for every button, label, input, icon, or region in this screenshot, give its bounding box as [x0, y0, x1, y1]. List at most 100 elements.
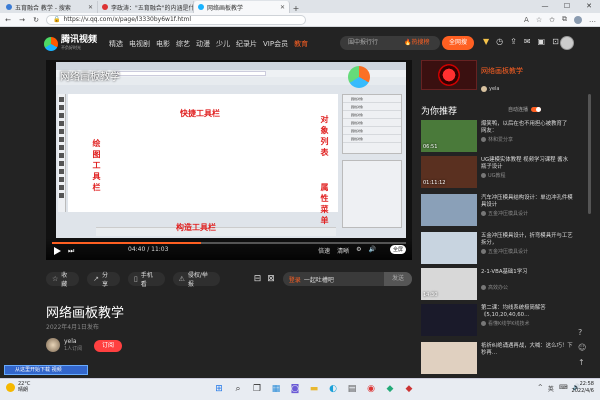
upload-icon[interactable]: ⇪ — [510, 37, 517, 46]
browser-tab-article[interactable]: 李政涛："五育融合"的内涵是什么 ✕ — [98, 1, 194, 13]
play-icon[interactable] — [54, 247, 61, 255]
danmu-settings-icon[interactable]: ⊠ — [267, 274, 275, 284]
share-button[interactable]: ↗ 分享 — [87, 272, 120, 288]
recommend-scrollbar[interactable] — [588, 94, 591, 214]
nav-item-anime[interactable]: 动漫 — [196, 39, 210, 49]
nav-item-kids[interactable]: 少儿 — [216, 39, 230, 49]
channel-name[interactable]: 网络画板教学 — [481, 66, 523, 76]
browser-tab-search[interactable]: 五育融合 教学 - 搜索 ✕ — [2, 1, 98, 13]
nav-item-movie[interactable]: 电影 — [156, 39, 170, 49]
mobile-button[interactable]: ▯ 手机看 — [127, 272, 165, 288]
video-player[interactable]: 圆线对象 圆线对象 圆线对象 圆线对象 圆线对象 圆线对象 快捷工具栏 绘图工具… — [46, 60, 412, 260]
start-icon[interactable]: ⊞ — [212, 382, 226, 396]
address-bar-row: ← → ↻ 🔒 https://v.qq.com/x/page/l3330by6… — [0, 13, 600, 27]
recommend-item[interactable]: 14:30 2-1-VBA基础1学习 高效办公 — [421, 268, 571, 304]
volume-icon[interactable]: 🔊 — [369, 246, 376, 255]
danmu-send-button[interactable]: 发送 — [383, 272, 412, 286]
progress-bar[interactable] — [52, 242, 406, 244]
recommend-item[interactable]: 06:51 爆笑鸭，以后在也不用担心被教育了 网友： 林和爱分享 — [421, 120, 571, 156]
forward-icon[interactable]: → — [18, 16, 26, 24]
channel-thumbnail[interactable] — [421, 60, 477, 90]
logo-subtitle: 不负好时光 — [61, 45, 81, 50]
settings-icon[interactable]: ⚙ — [356, 246, 361, 255]
maximize-button[interactable]: ☐ — [556, 0, 578, 13]
nav-item-documentary[interactable]: 纪录片 — [236, 39, 257, 49]
hot-search-link[interactable]: 🔥热搜榜 — [404, 36, 429, 50]
subscribe-button[interactable]: 订阅 — [94, 340, 122, 352]
message-icon[interactable]: ✉ — [524, 37, 531, 46]
uploader-name[interactable]: yela — [64, 338, 82, 345]
nav-item-vip[interactable]: VIP会员 — [263, 39, 288, 49]
tray-expand-icon[interactable]: ^ — [538, 384, 543, 393]
search-icon[interactable]: ⌕ — [231, 382, 245, 396]
back-icon[interactable]: ← — [4, 16, 12, 24]
collect-button[interactable]: ☆ 收藏 — [46, 272, 80, 288]
app-icon[interactable]: ◆ — [402, 382, 416, 396]
danmu-toggle-icon[interactable]: ⊟ — [254, 274, 262, 284]
nav-item-variety[interactable]: 综艺 — [176, 39, 190, 49]
site-logo[interactable]: 腾讯视频 不负好时光 — [44, 36, 97, 51]
danmu-input[interactable]: 登录 一起吐槽吧 发送 — [282, 272, 412, 286]
page-body: 圆线对象 圆线对象 圆线对象 圆线对象 圆线对象 圆线对象 快捷工具栏 绘图工具… — [0, 60, 600, 378]
video-left-tools — [58, 94, 66, 212]
recommend-item[interactable]: 祇祈纠绝诵遇再战，大喊：这么巧！下秒再… — [421, 342, 573, 378]
chat-icon[interactable]: ◙ — [288, 382, 302, 396]
quality-button[interactable]: 清晰 — [337, 246, 349, 255]
favorites-icon[interactable]: ✩ — [549, 16, 555, 24]
collections-icon[interactable]: ⧉ — [562, 15, 567, 24]
close-icon[interactable]: ✕ — [88, 4, 93, 11]
new-tab-button[interactable]: + — [290, 4, 302, 13]
help-icon[interactable]: ? — [578, 328, 586, 337]
recommend-item[interactable]: 第二课：均线系统极简解答《5,10,20,40,60… 看懂K线学K线技术 — [421, 304, 571, 340]
channel-user[interactable]: yela — [481, 86, 500, 92]
user-avatar[interactable] — [560, 36, 574, 50]
favorite-icon[interactable]: ☆ — [536, 16, 542, 24]
browser-tab-video[interactable]: 网络画板教学 ✕ — [194, 1, 290, 13]
recommend-title: 爆笑鸭，以后在也不用担心被教育了 网友： — [481, 121, 568, 134]
recommend-duration: 01:11:12 — [423, 180, 446, 186]
clock[interactable]: 22:58 2022/4/6 — [572, 381, 594, 395]
edge-icon[interactable]: ◐ — [326, 382, 340, 396]
chrome-icon[interactable]: ◉ — [364, 382, 378, 396]
autoplay-toggle[interactable]: 自动连播 — [508, 106, 542, 113]
close-window-button[interactable]: ✕ — [578, 0, 600, 13]
history-icon[interactable]: ◷ — [496, 37, 503, 46]
recommend-item[interactable]: 汽车冲压模具结构设计：单边冲孔件模具设计 五金冲压模具设计 — [421, 194, 573, 230]
file-explorer-icon[interactable]: ▬ — [307, 382, 321, 396]
more-icon[interactable]: … — [589, 16, 596, 24]
next-icon[interactable]: ⏭ — [68, 247, 74, 256]
widgets-icon[interactable]: ▦ — [269, 382, 283, 396]
vip-icon[interactable]: ▼ — [483, 37, 489, 46]
minimize-button[interactable]: — — [534, 0, 556, 13]
weather-widget[interactable]: 22°C 晴朗 — [6, 381, 30, 393]
refresh-icon[interactable]: ↻ — [32, 16, 40, 24]
nav-item-education[interactable]: 教育 — [294, 39, 308, 49]
read-aloud-icon[interactable]: A — [524, 16, 529, 24]
feedback-icon[interactable]: ☺ — [578, 343, 586, 352]
keyboard-icon[interactable]: ⌨ — [559, 384, 568, 393]
input-method-icon[interactable]: 英 — [548, 384, 554, 393]
video-actions: ☆ 收藏 ↗ 分享 ▯ 手机看 ⚠ 侵权/举报 ⊟ ⊠ 登录 一起吐槽吧 发送 — [46, 270, 412, 288]
uploader-avatar[interactable] — [46, 338, 60, 352]
speed-button[interactable]: 倍速 — [318, 246, 330, 255]
recommend-item[interactable]: 五金冲压模具设计，折弯模具开与工艺拆分， 五金冲压模具设计 — [421, 232, 573, 268]
profile-icon[interactable] — [574, 15, 582, 24]
toggle-switch[interactable] — [531, 107, 542, 112]
report-button[interactable]: ⚠ 侵权/举报 — [172, 272, 220, 288]
client-icon[interactable]: ⊡ — [552, 37, 559, 46]
back-to-top-icon[interactable]: ↑ — [578, 358, 586, 367]
close-icon[interactable]: ✕ — [280, 4, 285, 11]
nav-item-featured[interactable]: 精选 — [109, 39, 123, 49]
task-view-icon[interactable]: ❐ — [250, 382, 264, 396]
nav-item-tv[interactable]: 电视剧 — [129, 39, 150, 49]
label-drawing-toolbar: 绘图工具栏 — [92, 139, 101, 192]
danmu-login-link[interactable]: 登录 — [289, 275, 301, 284]
search-button[interactable]: 全网搜 — [442, 36, 474, 50]
url-field[interactable]: 🔒 https://v.qq.com/x/page/l3330by6w1f.ht… — [46, 14, 306, 25]
app-icon[interactable]: ▣ — [538, 37, 546, 46]
fullscreen-button[interactable]: 全屏 — [389, 245, 406, 254]
download-promo[interactable]: 从这里开始下载 视频 — [4, 365, 88, 375]
app-icon[interactable]: ◆ — [383, 382, 397, 396]
store-icon[interactable]: ▤ — [345, 382, 359, 396]
recommend-item[interactable]: 01:11:12 UG建模实体教程 视频学习课程 酱水瓶子设计 UG教程 — [421, 156, 571, 192]
